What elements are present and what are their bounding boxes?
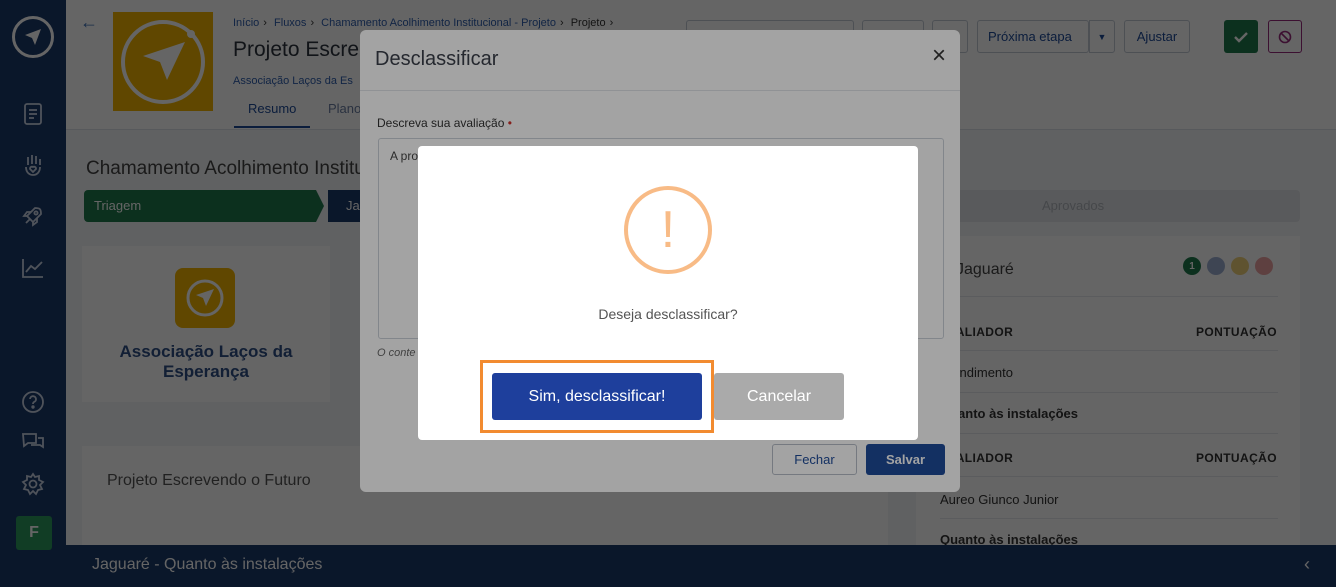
confirm-message: Deseja desclassificar?: [598, 306, 738, 322]
confirm-dialog: ! Deseja desclassificar? Sim, desclassif…: [418, 146, 918, 440]
confirm-cancel-button[interactable]: Cancelar: [714, 373, 844, 420]
confirm-yes-button[interactable]: Sim, desclassificar!: [492, 373, 702, 420]
warning-icon: !: [624, 186, 712, 274]
